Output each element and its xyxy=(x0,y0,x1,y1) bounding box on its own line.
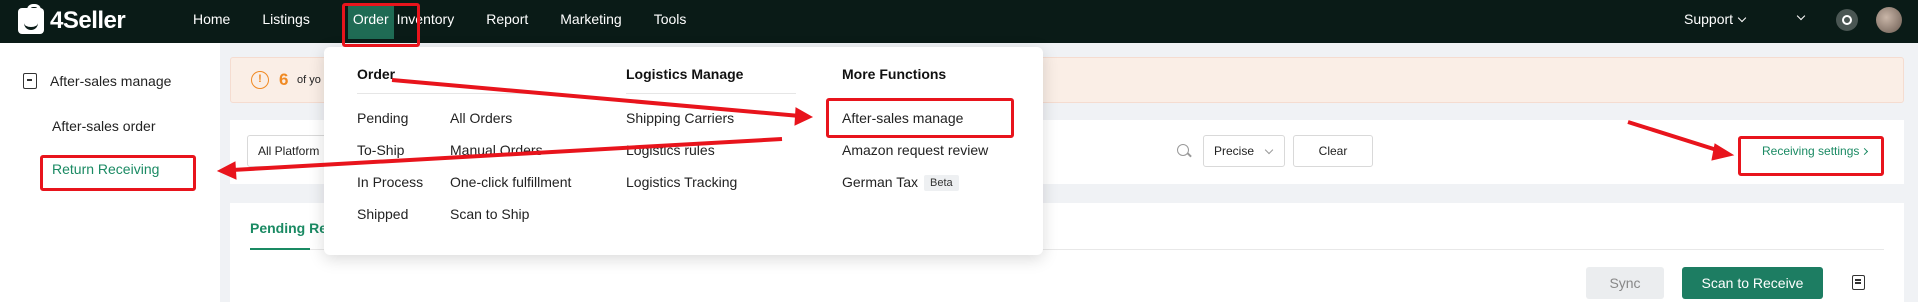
alert-count: 6 xyxy=(279,70,289,89)
export-icon[interactable] xyxy=(1852,275,1865,290)
beta-badge: Beta xyxy=(924,175,959,191)
warning-icon: ! xyxy=(251,71,269,89)
menu-item-pending[interactable]: Pending xyxy=(357,110,408,126)
platform-select[interactable]: All Platform xyxy=(247,135,327,167)
logistics-heading: Logistics Manage xyxy=(626,66,744,82)
clipboard-icon xyxy=(23,73,37,89)
search-icon[interactable] xyxy=(1177,144,1189,156)
sidebar-item-after-sales-order[interactable]: After-sales order xyxy=(52,118,155,134)
more-functions-heading: More Functions xyxy=(842,66,947,82)
highlight-return-receiving xyxy=(40,155,196,191)
avatar[interactable] xyxy=(1876,7,1902,33)
logo[interactable]: 4Seller xyxy=(18,4,126,35)
german-tax-label: German Tax xyxy=(842,174,918,190)
menu-item-shipped[interactable]: Shipped xyxy=(357,206,408,222)
tab-pending-receive[interactable]: Pending Re xyxy=(250,220,327,236)
nav-tools[interactable]: Tools xyxy=(644,0,697,43)
sidebar-title[interactable]: After-sales manage xyxy=(50,73,171,89)
highlight-order-nav xyxy=(342,3,420,47)
nav-report[interactable]: Report xyxy=(476,0,538,43)
chevron-down-icon xyxy=(1264,145,1274,155)
menu-item-to-ship[interactable]: To-Ship xyxy=(357,142,404,158)
sync-button[interactable]: Sync xyxy=(1586,267,1664,299)
main-nav: Home Listings Order Inventory Report Mar… xyxy=(183,0,708,43)
nav-listings[interactable]: Listings xyxy=(252,0,319,43)
order-heading: Order xyxy=(357,66,396,82)
order-dropdown-menu: Order Pending To-Ship In Process Shipped… xyxy=(324,47,1043,255)
divider xyxy=(357,93,557,94)
divider xyxy=(626,93,796,94)
gear-icon[interactable] xyxy=(1836,9,1858,31)
logo-text: 4Seller xyxy=(50,7,126,34)
menu-item-in-process[interactable]: In Process xyxy=(357,174,423,190)
highlight-receiving-settings xyxy=(1738,136,1884,176)
nav-home[interactable]: Home xyxy=(183,0,240,43)
menu-item-all-orders[interactable]: All Orders xyxy=(450,110,512,126)
highlight-after-sales-manage xyxy=(826,98,1014,138)
menu-item-scan-to-ship[interactable]: Scan to Ship xyxy=(450,206,529,222)
menu-item-german-tax[interactable]: German Tax Beta xyxy=(842,174,959,191)
menu-item-logistics-tracking[interactable]: Logistics Tracking xyxy=(626,174,737,190)
menu-item-shipping-carriers[interactable]: Shipping Carriers xyxy=(626,110,734,126)
chevron-down-icon[interactable] xyxy=(1796,11,1806,21)
scan-to-receive-button[interactable]: Scan to Receive xyxy=(1682,267,1823,299)
chevron-down-icon xyxy=(1737,13,1747,23)
menu-item-one-click-fulfillment[interactable]: One-click fulfillment xyxy=(450,174,571,190)
support-menu[interactable]: Support xyxy=(1684,11,1747,27)
match-mode-select[interactable]: Precise xyxy=(1203,135,1285,167)
alert-text: of yo xyxy=(297,74,321,86)
match-mode-label: Precise xyxy=(1214,144,1255,158)
logo-icon xyxy=(18,4,44,34)
clear-button[interactable]: Clear xyxy=(1293,135,1373,167)
nav-marketing[interactable]: Marketing xyxy=(550,0,631,43)
menu-item-manual-orders[interactable]: Manual Orders xyxy=(450,142,543,158)
support-label: Support xyxy=(1684,11,1734,27)
menu-item-logistics-rules[interactable]: Logistics rules xyxy=(626,142,715,158)
tab-active-indicator xyxy=(250,248,310,250)
top-navbar: 4Seller Home Listings Order Inventory Re… xyxy=(0,0,1918,43)
menu-item-amazon-request-review[interactable]: Amazon request review xyxy=(842,142,988,158)
